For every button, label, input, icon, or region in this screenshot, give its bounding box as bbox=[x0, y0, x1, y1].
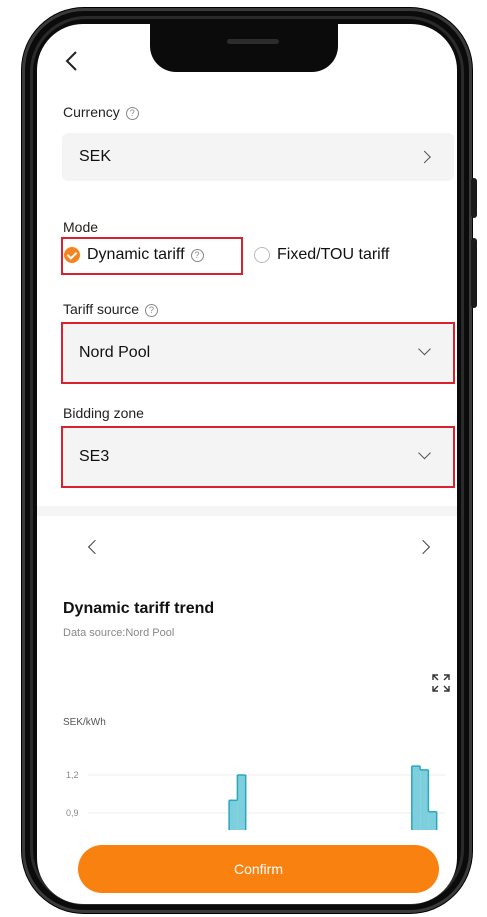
y-tick-label: 0,9 bbox=[66, 808, 79, 818]
help-icon[interactable]: ? bbox=[125, 107, 139, 120]
chevron-right-icon bbox=[418, 150, 431, 164]
phone-speaker bbox=[227, 39, 279, 44]
chevron-left-icon[interactable] bbox=[62, 50, 82, 72]
expand-icon[interactable] bbox=[431, 673, 451, 693]
currency-value: SEK bbox=[79, 148, 112, 165]
highlight-box bbox=[61, 426, 455, 488]
mode-option-dynamic[interactable]: Dynamic tariff? bbox=[87, 246, 204, 264]
chart-bar bbox=[420, 769, 429, 830]
help-icon[interactable]: ? bbox=[190, 249, 204, 262]
chart-subtitle: Data source:Nord Pool bbox=[63, 627, 175, 639]
section-divider bbox=[37, 506, 457, 516]
tariff-chart: 1,2 0,9 bbox=[66, 765, 445, 830]
mode-label: Mode bbox=[63, 219, 99, 235]
chart-bar bbox=[229, 800, 238, 830]
mode-option-fixed[interactable]: Fixed/TOU tariff bbox=[277, 246, 389, 264]
chart-series bbox=[228, 765, 438, 830]
phone-side-button bbox=[471, 238, 477, 308]
currency-label: Currency? bbox=[63, 104, 139, 120]
y-tick-label: 1,2 bbox=[66, 770, 79, 780]
y-axis-unit: SEK/kWh bbox=[63, 717, 106, 728]
bidding-zone-label: Bidding zone bbox=[63, 405, 144, 421]
chart-title: Dynamic tariff trend bbox=[63, 600, 215, 617]
currency-select[interactable]: SEK bbox=[62, 133, 454, 181]
help-icon[interactable]: ? bbox=[145, 304, 158, 317]
tariff-source-label: Tariff source? bbox=[63, 301, 158, 317]
chart-bar bbox=[428, 811, 437, 830]
radio-checked-icon[interactable] bbox=[64, 247, 80, 263]
chart-bar bbox=[411, 766, 421, 830]
phone-side-button bbox=[471, 178, 477, 218]
phone-notch bbox=[150, 24, 338, 72]
highlight-box bbox=[61, 322, 455, 384]
chart-bar bbox=[237, 775, 246, 830]
radio-unchecked-icon[interactable] bbox=[254, 247, 270, 263]
confirm-button[interactable]: Confirm bbox=[78, 845, 439, 893]
